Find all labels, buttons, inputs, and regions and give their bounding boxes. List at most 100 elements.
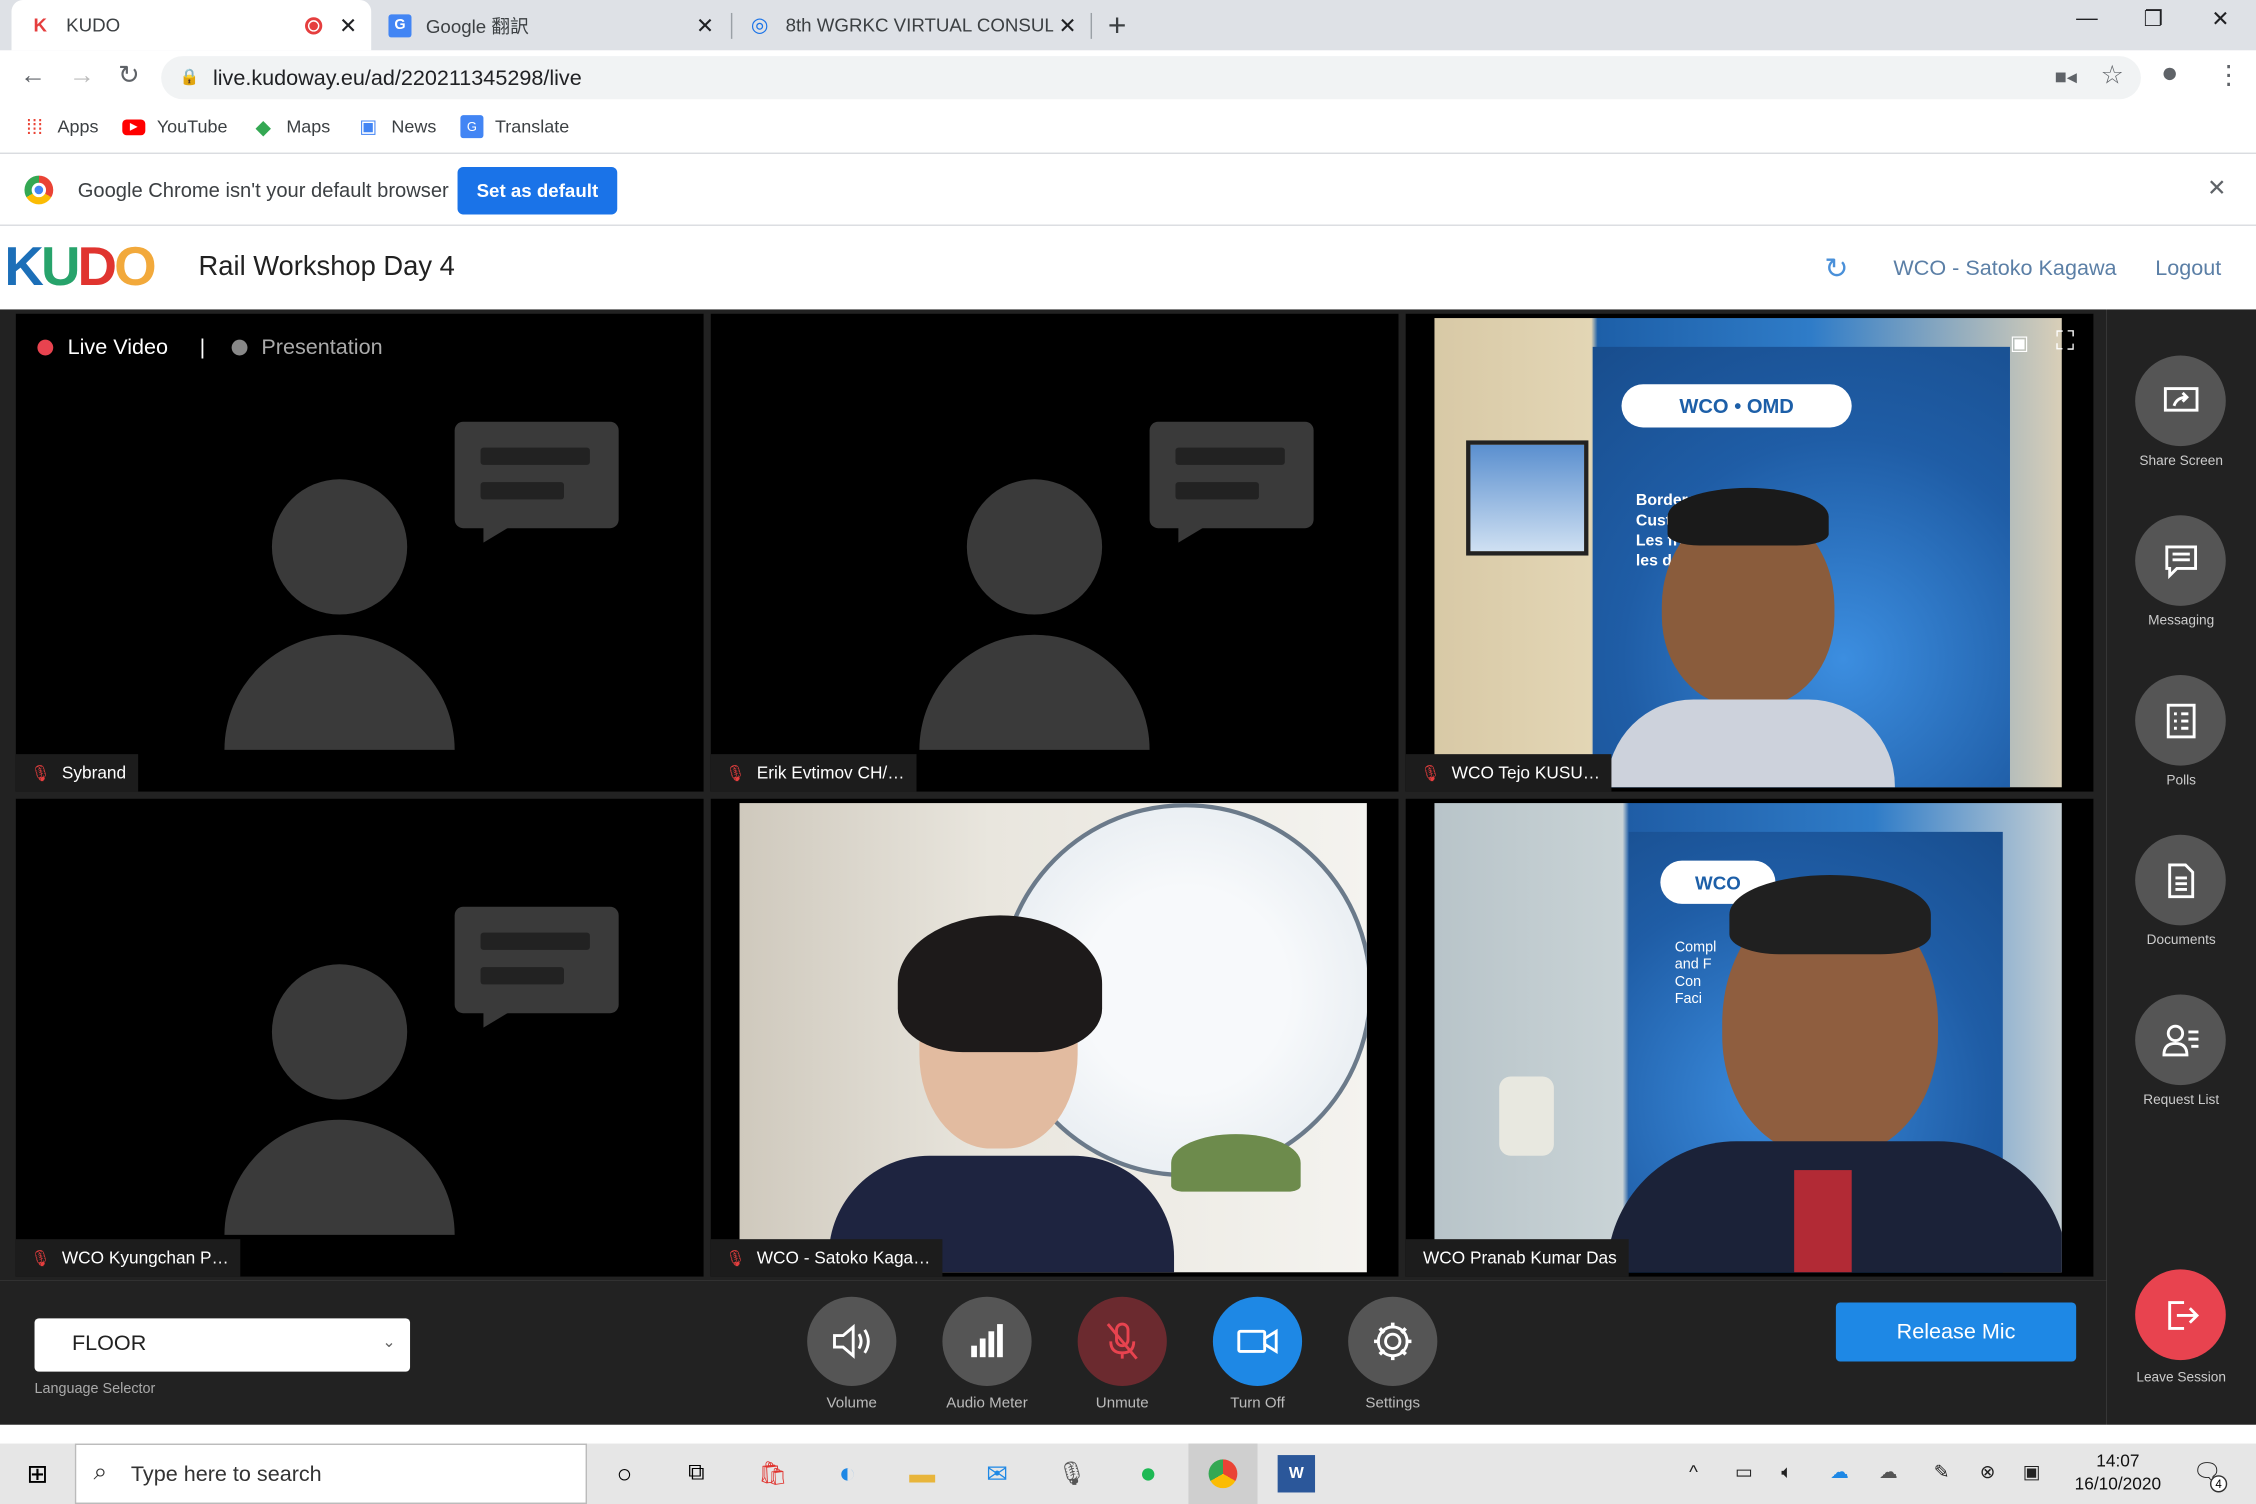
pip-icon[interactable]: ▣ [2010,331,2029,355]
volume-tray-icon[interactable]: 🔈︎ [1781,1461,1792,1484]
participant-tile[interactable]: WCO Compl and F Con Faci WCO Pranab Kuma… [1405,798,2094,1277]
network-x-icon[interactable]: ⊗ [1980,1461,1996,1484]
windows-start-icon[interactable]: ⊞ [19,1455,56,1492]
pen-icon[interactable]: ✎ [1934,1461,1950,1484]
settings-button[interactable] [1348,1296,1438,1386]
restore-icon[interactable]: ❐ [2144,6,2163,31]
person-hair [897,915,1103,1053]
tab-kudo[interactable]: K KUDO ✕ [11,0,372,51]
bookmark-label: Translate [494,116,570,137]
audio-meter-button[interactable] [942,1296,1032,1386]
participant-tile[interactable]: 🎙︎ Erik Evtimov CH/… [710,313,1399,792]
tab-google-translate[interactable]: G Google 翻訳 ✕ [371,0,728,50]
ime-icon[interactable]: ▣ [2023,1461,2041,1484]
google-translate-favicon-icon: G [388,13,412,37]
poster-text: and F [1674,957,1712,973]
live-video-tab[interactable]: Live Video [68,335,168,359]
participant-name-label: 🎙︎ Erik Evtimov CH/… [710,754,917,792]
video-camera-icon [1237,1328,1278,1355]
reload-icon[interactable]: ↻ [118,60,140,90]
participant-name-label: 🎙︎ WCO - Satoko Kaga… [710,1239,942,1277]
kudo-logo: KUDO [4,237,156,298]
chrome-taskbar-icon[interactable] [1188,1443,1258,1504]
bookmark-translate[interactable]: G Translate [460,115,570,139]
address-bar[interactable]: 🔒 live.kudoway.eu/ad/220211345298/live [161,56,2141,100]
messaging-button[interactable] [2135,515,2226,606]
bookmark-star-icon[interactable]: ☆ [2101,60,2124,90]
edge-icon[interactable]: ◐ [829,1455,866,1492]
view-mode-separator: | [199,335,206,360]
messaging-label: Messaging [2148,613,2215,629]
chat-icon [2164,544,2197,579]
microphone-app-icon[interactable]: 🎙︎ [1053,1455,1090,1492]
mic-muted-icon: 🎙︎ [30,764,51,783]
store-icon[interactable]: 🛍︎ [754,1455,791,1492]
infobar-close-icon[interactable]: ✕ [2207,174,2226,203]
participant-video [739,803,1367,1273]
forward-icon[interactable]: → [69,60,95,90]
tab-close-icon[interactable]: ✕ [1053,12,1082,38]
volume-button[interactable] [807,1296,897,1386]
default-browser-infobar: Google Chrome isn't your default browser… [0,153,2256,226]
unmute-button[interactable] [1077,1296,1167,1386]
request-list-button[interactable] [2135,994,2226,1086]
profile-icon[interactable]: ● [2161,58,2178,91]
search-icon: ⌕ [93,1457,108,1486]
browser-tab-strip: K KUDO ✕ G Google 翻訳 ✕ ◎ 8th WGRKC VIRTU… [0,0,2256,51]
participant-tile[interactable]: WCO • OMD Borders divide, Customs connec… [1405,313,2094,792]
bookmark-maps[interactable]: ◆ Maps [252,114,331,138]
participant-tile[interactable]: 🎙︎ WCO - Satoko Kaga… [710,798,1399,1277]
bookmark-youtube[interactable]: ▶ YouTube [122,115,228,138]
fullscreen-icon[interactable]: ⛶ [2056,327,2074,357]
current-user-name: WCO - Satoko Kagawa [1893,256,2117,281]
task-view-icon[interactable]: ⧉ [678,1455,715,1492]
window-close-icon[interactable]: ✕ [2211,6,2229,31]
language-selector[interactable]: FLOOR ⌄ [34,1318,411,1372]
person-hair [1667,487,1829,546]
file-explorer-icon[interactable]: ▬ [904,1455,941,1492]
bookmark-apps[interactable]: ⁞⁞⁞ Apps [23,115,99,138]
tab-close-icon[interactable]: ✕ [691,12,720,38]
person-shirt [1607,699,1895,788]
spotify-icon[interactable]: ● [1129,1455,1166,1492]
request-list-label: Request List [2143,1092,2220,1109]
person-tie [1794,1170,1852,1273]
tray-chevron-up-icon[interactable]: ^ [1689,1461,1698,1483]
menu-kebab-icon[interactable]: ⋮ [2216,60,2242,90]
participant-tile[interactable]: Live Video | Presentation 🎙︎ Sybrand [15,313,704,792]
battery-icon[interactable]: ▭ [1735,1461,1753,1484]
new-tab-icon[interactable]: + [1108,7,1127,44]
tab-wgrkc[interactable]: ◎ 8th WGRKC VIRTUAL CONSULTAT ✕ [731,0,1091,50]
taskbar-clock[interactable]: 14:07 16/10/2020 [2068,1449,2169,1495]
polls-label: Polls [2166,772,2197,789]
mail-icon[interactable]: ✉ [978,1455,1015,1492]
participant-tile[interactable]: 🎙︎ WCO Kyungchan P… [15,798,704,1277]
cortana-icon[interactable]: ○ [606,1455,643,1492]
cloud-error-icon[interactable]: ☁ [1879,1461,1898,1484]
camera-in-use-icon[interactable]: ■◂ [2055,65,2077,89]
minimize-icon[interactable]: — [2076,6,2098,30]
mic-muted-icon: 🎙︎ [725,1249,746,1268]
onedrive-icon[interactable]: ☁ [1830,1461,1849,1484]
word-icon[interactable]: W [1277,1455,1316,1493]
avatar-placeholder-icon [224,479,460,750]
logout-link[interactable]: Logout [2155,256,2221,280]
presentation-tab[interactable]: Presentation [261,335,382,359]
leave-session-button[interactable] [2135,1269,2226,1361]
refresh-icon[interactable]: ↻ [1824,250,1848,286]
bookmark-news[interactable]: ▣ News [357,115,436,138]
set-as-default-button[interactable]: Set as default [457,166,618,215]
polls-button[interactable] [2135,674,2226,766]
share-screen-button[interactable] [2135,355,2226,447]
right-sidebar: Share Screen Messaging Polls Documents R… [2106,309,2256,1425]
infobar-text: Google Chrome isn't your default browser [77,178,449,202]
turn-off-camera-button[interactable] [1212,1296,1303,1386]
clock-date: 16/10/2020 [2074,1473,2162,1494]
back-icon[interactable]: ← [20,60,46,90]
tab-close-icon[interactable]: ✕ [334,12,363,38]
release-mic-button[interactable]: Release Mic [1835,1302,2077,1362]
person-hair [1729,875,1931,955]
participant-name: WCO Pranab Kumar Das [1422,1247,1617,1268]
documents-button[interactable] [2135,834,2226,926]
taskbar-search-box[interactable]: ⌕ Type here to search [74,1443,588,1504]
